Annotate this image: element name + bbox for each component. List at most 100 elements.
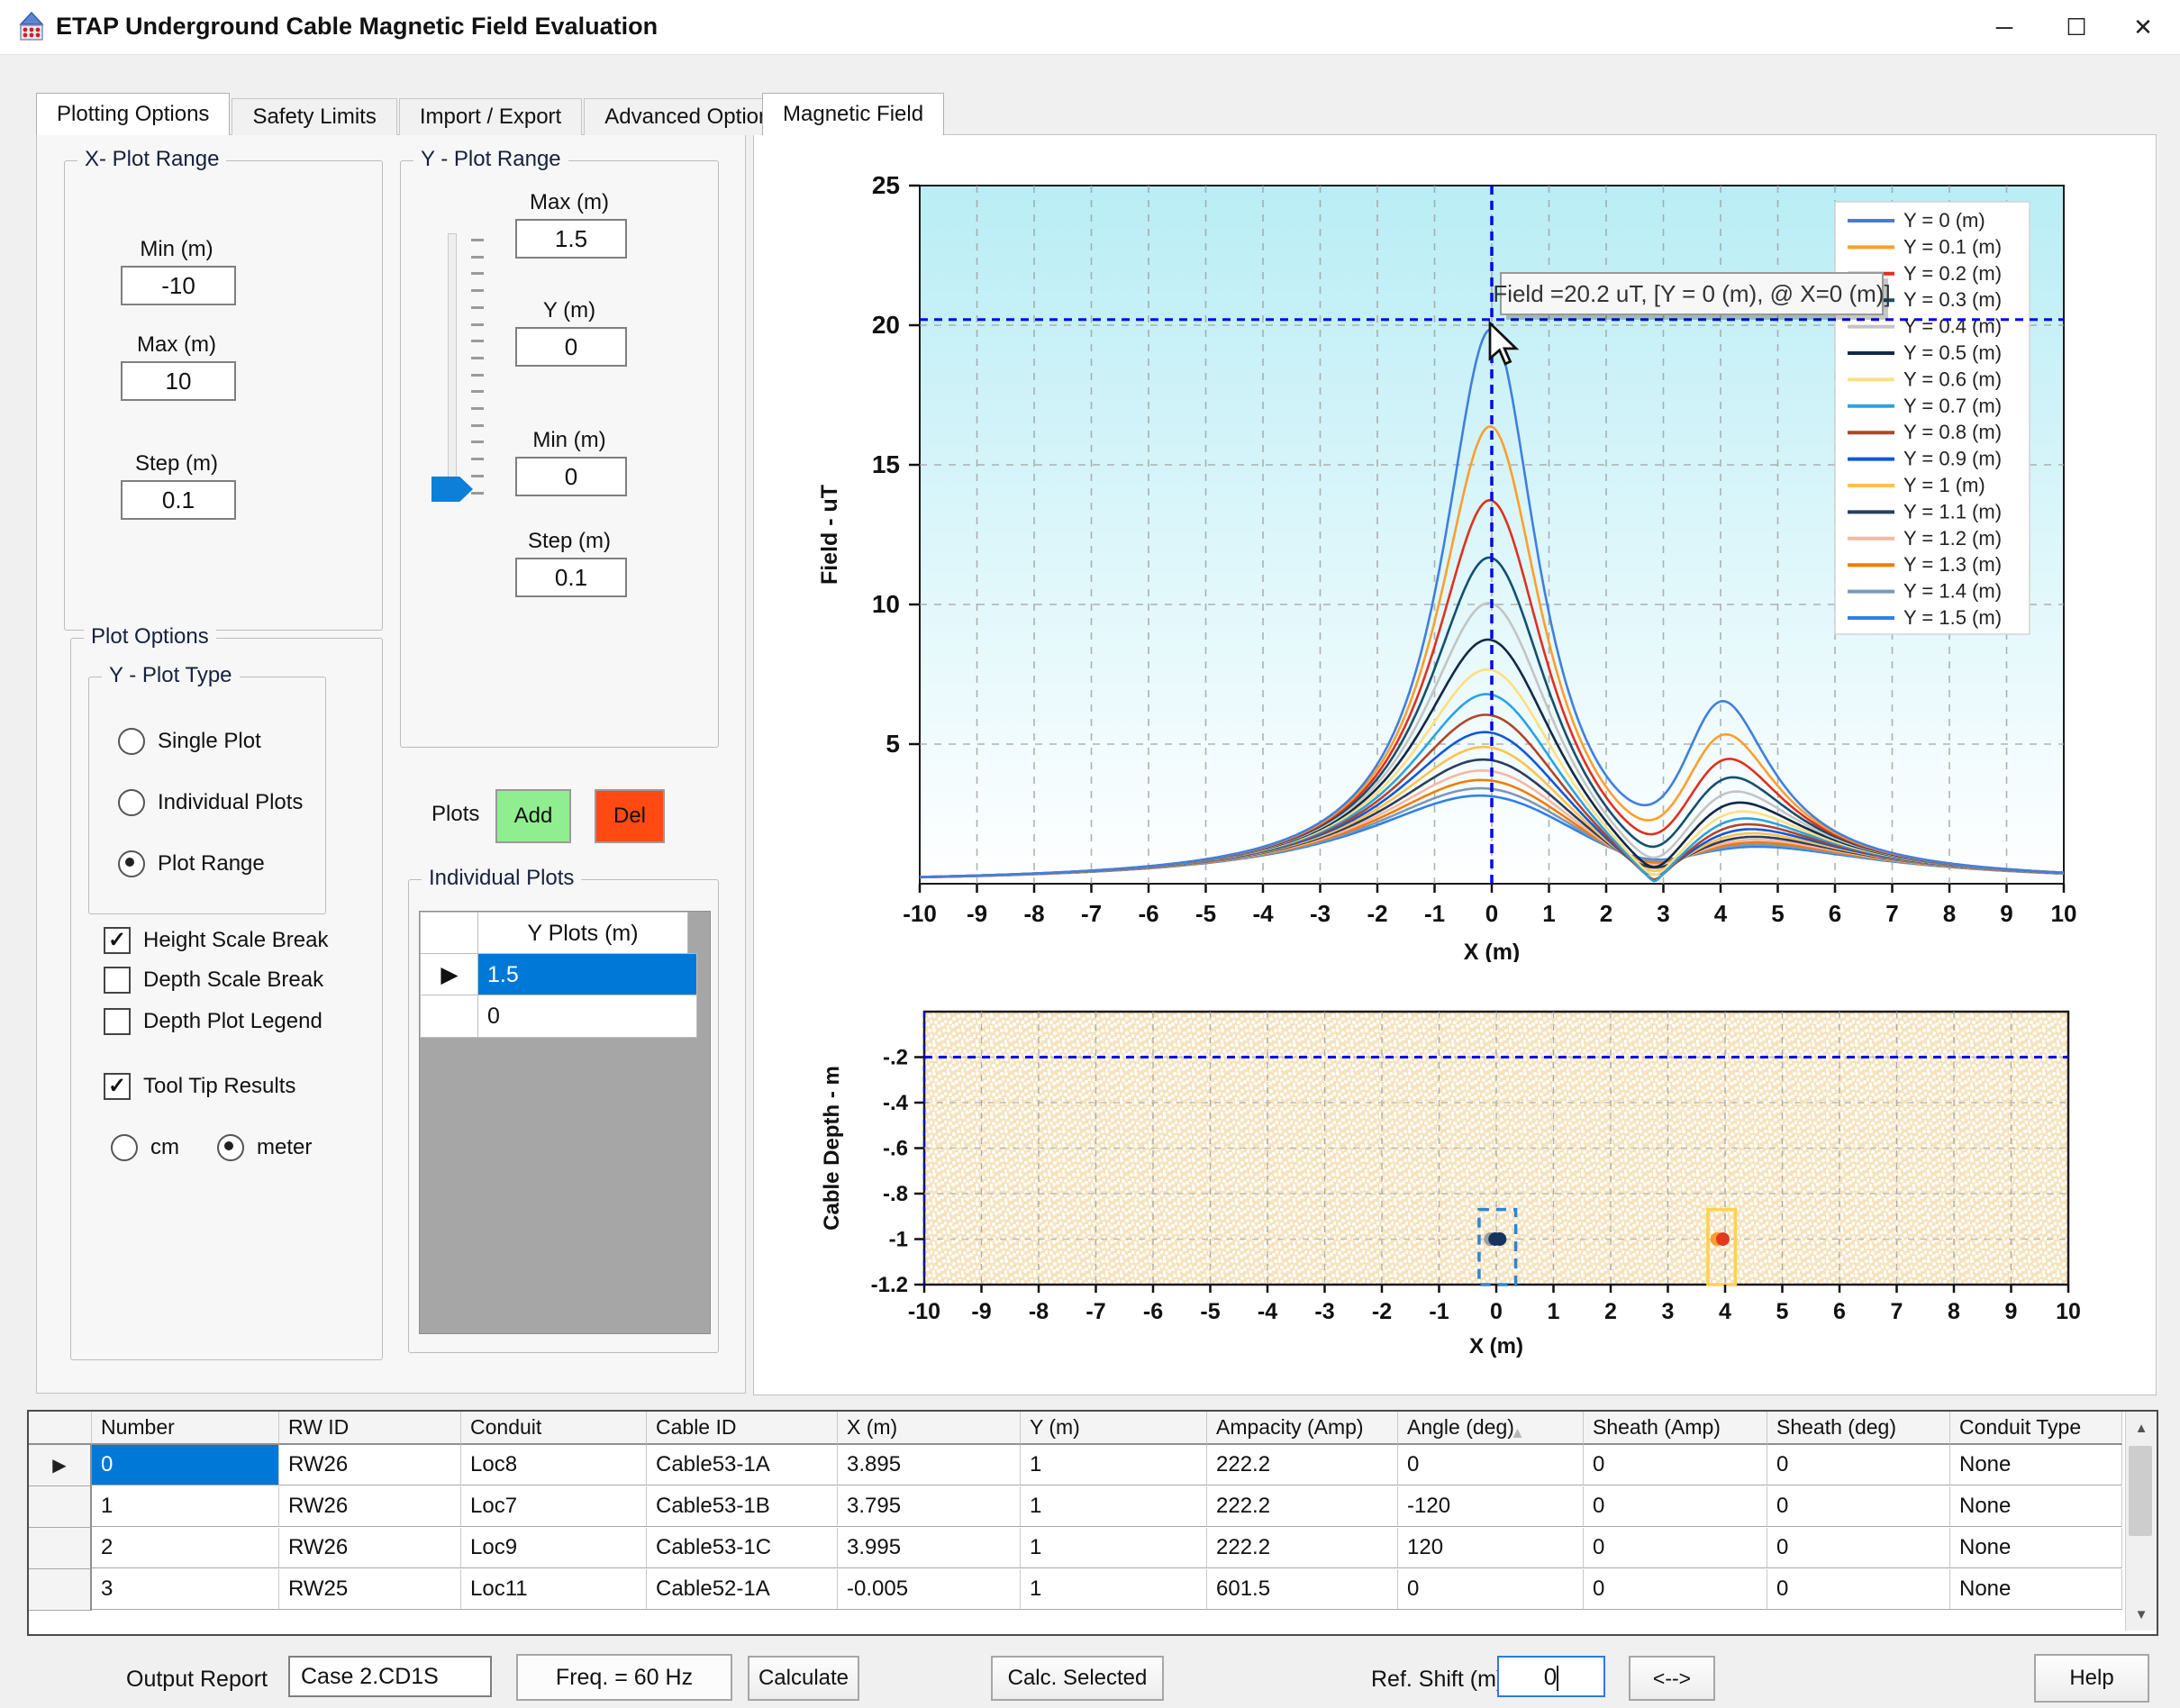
- table-cell[interactable]: 0: [1767, 1486, 1950, 1527]
- column-header-x-m-[interactable]: X (m): [838, 1412, 1021, 1445]
- table-cell[interactable]: 0: [1584, 1569, 1767, 1610]
- table-cell[interactable]: 0: [1767, 1569, 1950, 1610]
- table-cell[interactable]: Cable53-1A: [647, 1445, 838, 1485]
- column-header-y-m-[interactable]: Y (m): [1021, 1412, 1207, 1445]
- table-cell[interactable]: Loc11: [461, 1569, 647, 1610]
- row-selector[interactable]: [29, 1528, 92, 1569]
- radio-plot-range[interactable]: Plot Range: [118, 850, 265, 877]
- table-cell[interactable]: 3.795: [838, 1486, 1021, 1527]
- calculate-button[interactable]: Calculate: [748, 1656, 859, 1701]
- scroll-thumb[interactable]: [2129, 1446, 2152, 1536]
- radio-individual-plots[interactable]: Individual Plots: [118, 789, 303, 816]
- shift-arrows-button[interactable]: <-->: [1629, 1656, 1715, 1701]
- tab-safety-limits[interactable]: Safety Limits: [232, 98, 396, 135]
- table-scrollbar[interactable]: ▲▼: [2125, 1412, 2157, 1631]
- table-cell[interactable]: None: [1950, 1569, 2122, 1610]
- scroll-up-icon[interactable]: ▲: [2126, 1412, 2157, 1444]
- tab-import-export[interactable]: Import / Export: [399, 98, 582, 135]
- table-cell[interactable]: 0: [1398, 1445, 1584, 1485]
- ip-row-selector[interactable]: ▶: [420, 953, 479, 996]
- table-cell[interactable]: 2: [92, 1528, 279, 1568]
- table-cell[interactable]: RW25: [279, 1569, 461, 1610]
- table-cell[interactable]: 0: [1584, 1528, 1767, 1568]
- ip-row-value[interactable]: 1.5: [477, 953, 697, 996]
- radio-unit-cm[interactable]: cm: [111, 1134, 179, 1161]
- x-min-input[interactable]: -10: [121, 266, 236, 305]
- column-header-number[interactable]: Number: [92, 1412, 279, 1445]
- table-cell[interactable]: -120: [1398, 1486, 1584, 1527]
- column-header-conduit[interactable]: Conduit: [461, 1412, 647, 1445]
- minimize-button[interactable]: ─: [1973, 0, 2036, 54]
- calc-selected-button[interactable]: Calc. Selected: [991, 1656, 1164, 1701]
- row-selector[interactable]: [29, 1486, 92, 1528]
- table-cell[interactable]: 1: [1021, 1528, 1207, 1568]
- x-step-input[interactable]: 0.1: [121, 480, 236, 520]
- table-cell[interactable]: None: [1950, 1445, 2122, 1485]
- table-cell[interactable]: 1: [1021, 1486, 1207, 1527]
- table-cell[interactable]: 1: [1021, 1445, 1207, 1485]
- table-cell[interactable]: 0: [1584, 1486, 1767, 1527]
- table-cell[interactable]: 0: [1584, 1445, 1767, 1485]
- ip-row-value[interactable]: 0: [477, 995, 697, 1038]
- delete-plot-button[interactable]: Del: [595, 789, 665, 843]
- checkbox-depth-plot-legend[interactable]: Depth Plot Legend: [104, 1008, 322, 1035]
- table-cell[interactable]: RW26: [279, 1486, 461, 1527]
- column-header-sheath-deg-[interactable]: Sheath (deg): [1767, 1412, 1950, 1445]
- radio-single-plot[interactable]: Single Plot: [118, 728, 261, 755]
- table-cell[interactable]: Cable52-1A: [647, 1569, 838, 1610]
- cable-depth-chart[interactable]: -10-9-8-7-6-5-4-3-2-1012345678910-.2-.4-…: [803, 971, 2154, 1358]
- table-cell[interactable]: None: [1950, 1528, 2122, 1568]
- row-selector[interactable]: ▶: [29, 1445, 92, 1486]
- x-max-input[interactable]: 10: [121, 361, 236, 401]
- add-plot-button[interactable]: Add: [495, 789, 571, 843]
- table-cell[interactable]: None: [1950, 1486, 2122, 1527]
- table-cell[interactable]: Cable53-1B: [647, 1486, 838, 1527]
- table-cell[interactable]: Loc8: [461, 1445, 647, 1485]
- output-report-input[interactable]: Case 2.CD1S: [288, 1656, 492, 1697]
- table-cell[interactable]: 3: [92, 1569, 279, 1610]
- table-cell[interactable]: 0: [1767, 1445, 1950, 1485]
- row-selector[interactable]: [29, 1569, 92, 1611]
- table-cell[interactable]: RW26: [279, 1528, 461, 1568]
- column-header-angle-deg-[interactable]: Angle (deg)▲: [1398, 1412, 1584, 1445]
- table-cell[interactable]: 222.2: [1207, 1445, 1398, 1485]
- tab-plotting-options[interactable]: Plotting Options: [36, 93, 230, 135]
- table-cell[interactable]: 3.895: [838, 1445, 1021, 1485]
- help-button[interactable]: Help: [2034, 1654, 2149, 1703]
- column-header-ampacity-amp-[interactable]: Ampacity (Amp): [1207, 1412, 1398, 1445]
- table-cell[interactable]: 222.2: [1207, 1486, 1398, 1527]
- table-cell[interactable]: 1: [1021, 1569, 1207, 1610]
- tab-magnetic-field[interactable]: Magnetic Field: [762, 93, 944, 135]
- table-cell[interactable]: -0.005: [838, 1569, 1021, 1610]
- table-cell[interactable]: Loc7: [461, 1486, 647, 1527]
- checkbox-tool-tip-results[interactable]: ✓Tool Tip Results: [104, 1073, 295, 1100]
- column-header-rw-id[interactable]: RW ID: [279, 1412, 461, 1445]
- y-max-input[interactable]: 1.5: [515, 219, 627, 259]
- y-step-input[interactable]: 0.1: [515, 558, 627, 597]
- column-header-cable-id[interactable]: Cable ID: [647, 1412, 838, 1445]
- close-button[interactable]: ✕: [2112, 0, 2175, 54]
- magnetic-field-chart[interactable]: -10-9-8-7-6-5-4-3-2-10123456789105101520…: [803, 141, 2154, 962]
- table-cell[interactable]: Loc9: [461, 1528, 647, 1568]
- table-cell[interactable]: 1: [92, 1486, 279, 1527]
- scroll-down-icon[interactable]: ▼: [2126, 1598, 2157, 1631]
- cable-data-grid[interactable]: NumberRW IDConduitCable IDX (m)Y (m)Ampa…: [27, 1410, 2158, 1636]
- table-cell[interactable]: 120: [1398, 1528, 1584, 1568]
- table-cell[interactable]: RW26: [279, 1445, 461, 1485]
- column-header-sheath-amp-[interactable]: Sheath (Amp): [1584, 1412, 1767, 1445]
- column-header-conduit-type[interactable]: Conduit Type: [1950, 1412, 2122, 1445]
- ref-shift-input[interactable]: 0: [1497, 1656, 1605, 1697]
- table-cell[interactable]: 0: [1767, 1528, 1950, 1568]
- table-cell[interactable]: 0: [92, 1445, 279, 1485]
- y-y-input[interactable]: 0: [515, 327, 627, 367]
- table-cell[interactable]: Cable53-1C: [647, 1528, 838, 1568]
- maximize-button[interactable]: ☐: [2045, 0, 2108, 54]
- table-cell[interactable]: 0: [1398, 1569, 1584, 1610]
- checkbox-height-scale-break[interactable]: ✓Height Scale Break: [104, 927, 328, 954]
- table-cell[interactable]: 601.5: [1207, 1569, 1398, 1610]
- ip-row-selector[interactable]: [420, 995, 479, 1038]
- y-range-slider-thumb[interactable]: [431, 477, 473, 502]
- checkbox-depth-scale-break[interactable]: Depth Scale Break: [104, 967, 323, 994]
- y-range-slider-track[interactable]: [448, 233, 457, 498]
- radio-unit-meter[interactable]: meter: [217, 1134, 312, 1161]
